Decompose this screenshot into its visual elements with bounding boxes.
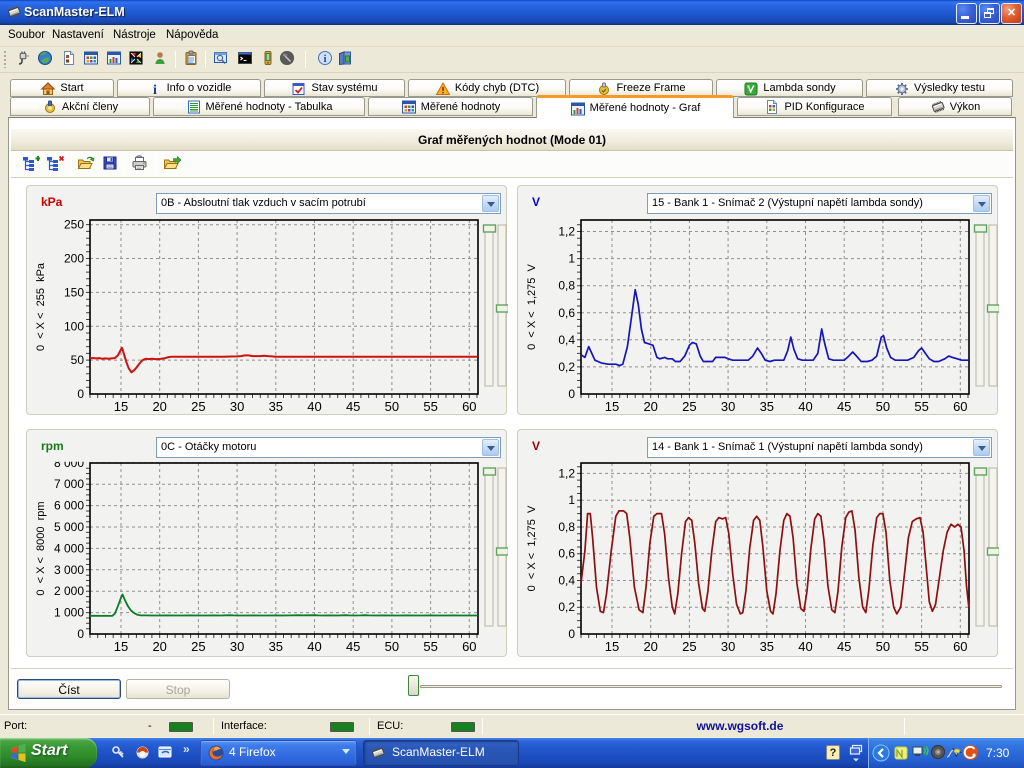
svg-text:8 000: 8 000	[54, 456, 84, 470]
svg-text:1: 1	[568, 252, 575, 266]
svg-text:30: 30	[230, 639, 244, 654]
svg-text:40: 40	[307, 639, 321, 654]
svg-text:100: 100	[64, 319, 84, 333]
svg-text:150: 150	[64, 285, 84, 299]
svg-text:0: 0	[77, 627, 84, 641]
svg-text:55: 55	[914, 639, 928, 654]
svg-text:3 000: 3 000	[54, 563, 84, 577]
svg-text:35: 35	[760, 399, 774, 414]
svg-text:0 < X < 255 kPa: 0 < X < 255 kPa	[35, 262, 47, 351]
svg-text:0 < X < 1,275 V: 0 < X < 1,275 V	[526, 505, 538, 591]
svg-text:0,2: 0,2	[558, 600, 575, 614]
svg-text:1: 1	[568, 493, 575, 507]
svg-text:35: 35	[269, 639, 283, 654]
svg-text:1,2: 1,2	[558, 466, 575, 480]
svg-text:4 000: 4 000	[54, 541, 84, 555]
svg-text:45: 45	[837, 639, 851, 654]
svg-text:25: 25	[191, 639, 205, 654]
svg-text:15: 15	[114, 399, 128, 414]
svg-text:30: 30	[721, 399, 735, 414]
svg-text:40: 40	[798, 639, 812, 654]
svg-text:45: 45	[837, 399, 851, 414]
svg-text:0,2: 0,2	[558, 360, 575, 374]
svg-text:15: 15	[605, 639, 619, 654]
svg-text:30: 30	[721, 639, 735, 654]
svg-text:40: 40	[798, 399, 812, 414]
svg-text:0,8: 0,8	[558, 279, 575, 293]
svg-text:0 < X < 8000 rpm: 0 < X < 8000 rpm	[35, 501, 47, 595]
svg-text:1,2: 1,2	[558, 225, 575, 239]
svg-text:20: 20	[643, 639, 657, 654]
svg-text:i: i	[323, 53, 326, 65]
svg-text:0,4: 0,4	[558, 333, 575, 347]
svg-text:60: 60	[462, 399, 476, 414]
svg-text:0: 0	[568, 627, 575, 641]
svg-text:35: 35	[760, 639, 774, 654]
svg-text:45: 45	[346, 399, 360, 414]
svg-text:0,6: 0,6	[558, 547, 575, 561]
svg-text:40: 40	[307, 399, 321, 414]
svg-text:6 000: 6 000	[54, 499, 84, 513]
svg-text:45: 45	[346, 639, 360, 654]
svg-text:60: 60	[462, 639, 476, 654]
svg-text:0: 0	[568, 387, 575, 401]
svg-text:25: 25	[682, 399, 696, 414]
svg-text:55: 55	[914, 399, 928, 414]
svg-text:50: 50	[876, 639, 890, 654]
svg-text:0,8: 0,8	[558, 520, 575, 534]
svg-text:50: 50	[876, 399, 890, 414]
svg-text:2 000: 2 000	[54, 584, 84, 598]
svg-text:50: 50	[385, 399, 399, 414]
svg-text:15: 15	[605, 399, 619, 414]
svg-text:25: 25	[191, 399, 205, 414]
svg-text:60: 60	[953, 639, 967, 654]
svg-text:60: 60	[953, 399, 967, 414]
svg-text:35: 35	[269, 399, 283, 414]
svg-text:55: 55	[423, 639, 437, 654]
svg-text:50: 50	[71, 353, 85, 367]
svg-text:5 000: 5 000	[54, 520, 84, 534]
svg-text:20: 20	[152, 399, 166, 414]
svg-text:15: 15	[114, 639, 128, 654]
svg-text:30: 30	[230, 399, 244, 414]
svg-text:25: 25	[682, 639, 696, 654]
svg-text:20: 20	[152, 639, 166, 654]
svg-text:200: 200	[64, 252, 84, 266]
svg-text:50: 50	[385, 639, 399, 654]
svg-text:0,4: 0,4	[558, 574, 575, 588]
svg-text:250: 250	[64, 218, 84, 232]
svg-text:0 < X < 1,275 V: 0 < X < 1,275 V	[526, 264, 538, 350]
svg-text:0,6: 0,6	[558, 306, 575, 320]
svg-text:0: 0	[77, 387, 84, 401]
svg-text:7 000: 7 000	[54, 477, 84, 491]
svg-text:i: i	[153, 83, 157, 96]
svg-text:20: 20	[643, 399, 657, 414]
svg-text:55: 55	[423, 399, 437, 414]
svg-text:1 000: 1 000	[54, 606, 84, 620]
